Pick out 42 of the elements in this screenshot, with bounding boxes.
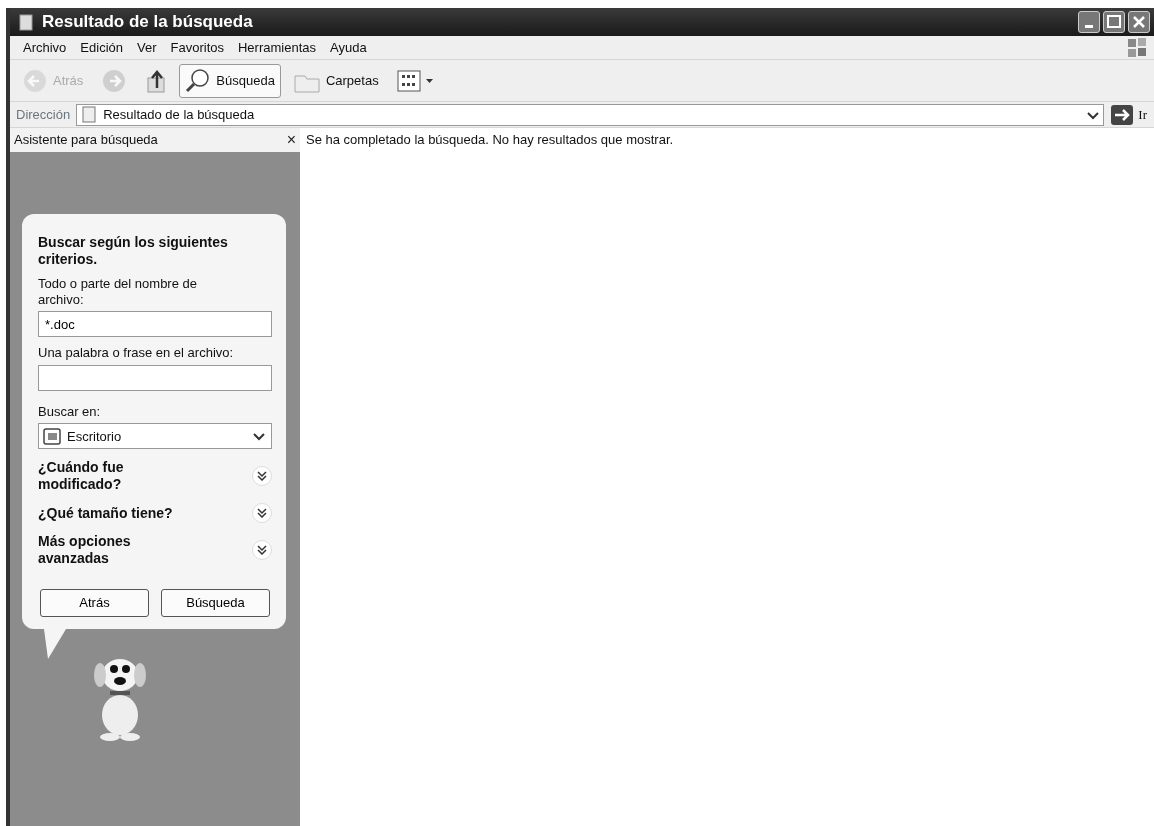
expand-chevron-icon[interactable] <box>252 539 272 560</box>
maximize-button[interactable] <box>1102 11 1125 33</box>
expand-chevron-icon[interactable] <box>252 502 272 523</box>
view-grid-icon <box>396 68 421 93</box>
windows-logo-icon <box>1126 36 1148 59</box>
status-message: Se ha completado la búsqueda. No hay resultados que mostrar. <box>306 132 674 147</box>
folders-button[interactable]: Carpetas <box>286 63 385 98</box>
document-icon <box>81 106 98 123</box>
form-button[interactable]: Atrás <box>40 588 149 617</box>
pane-title: Asistente para búsqueda <box>14 131 158 150</box>
form-button[interactable]: Búsqueda <box>161 588 270 617</box>
section-toggle[interactable]: ¿Qué tamaño tiene? <box>38 504 173 522</box>
search-icon <box>185 67 212 94</box>
minimize-icon <box>1084 25 1093 28</box>
field-label: Buscar en: <box>38 403 102 421</box>
menu-item[interactable]: Ayuda <box>323 37 374 58</box>
menu-item[interactable]: Archivo <box>16 37 74 58</box>
close-button[interactable]: × <box>286 132 296 148</box>
input-field[interactable]: *.doc <box>38 311 272 338</box>
expand-chevron-icon[interactable] <box>252 466 272 487</box>
location-dropdown[interactable]: Escritorio <box>38 423 272 450</box>
dropdown-caret-icon <box>425 78 433 83</box>
field-label: Todo o parte del nombre de archivo: <box>38 275 198 309</box>
form-heading: Buscar según los siguientes criterios. <box>38 234 229 268</box>
menu-item[interactable]: Edición <box>73 37 130 58</box>
close-button[interactable] <box>1128 11 1150 33</box>
menu-item[interactable]: Ver <box>130 37 164 58</box>
menu-item[interactable]: Herramientas <box>231 37 323 58</box>
field-label: Una palabra o frase en el archivo: <box>38 345 235 362</box>
section-toggle[interactable]: Más opciones avanzadas <box>38 532 178 567</box>
desktop-icon <box>43 427 61 445</box>
window-title: Resultado de la búsqueda <box>42 11 254 33</box>
document-icon <box>18 13 34 31</box>
input-field[interactable] <box>38 364 272 391</box>
menu-item[interactable]: Favoritos <box>163 37 231 58</box>
search-button[interactable]: Búsqueda <box>179 63 281 98</box>
address-field[interactable]: Resultado de la búsqueda <box>76 103 1105 126</box>
maximize-icon <box>1104 13 1123 31</box>
go-button[interactable]: Ir <box>1110 103 1148 126</box>
address-label: Dirección <box>16 105 71 124</box>
minimize-button[interactable] <box>1077 11 1100 33</box>
section-toggle[interactable]: ¿Cuándo fue modificado? <box>38 459 178 493</box>
